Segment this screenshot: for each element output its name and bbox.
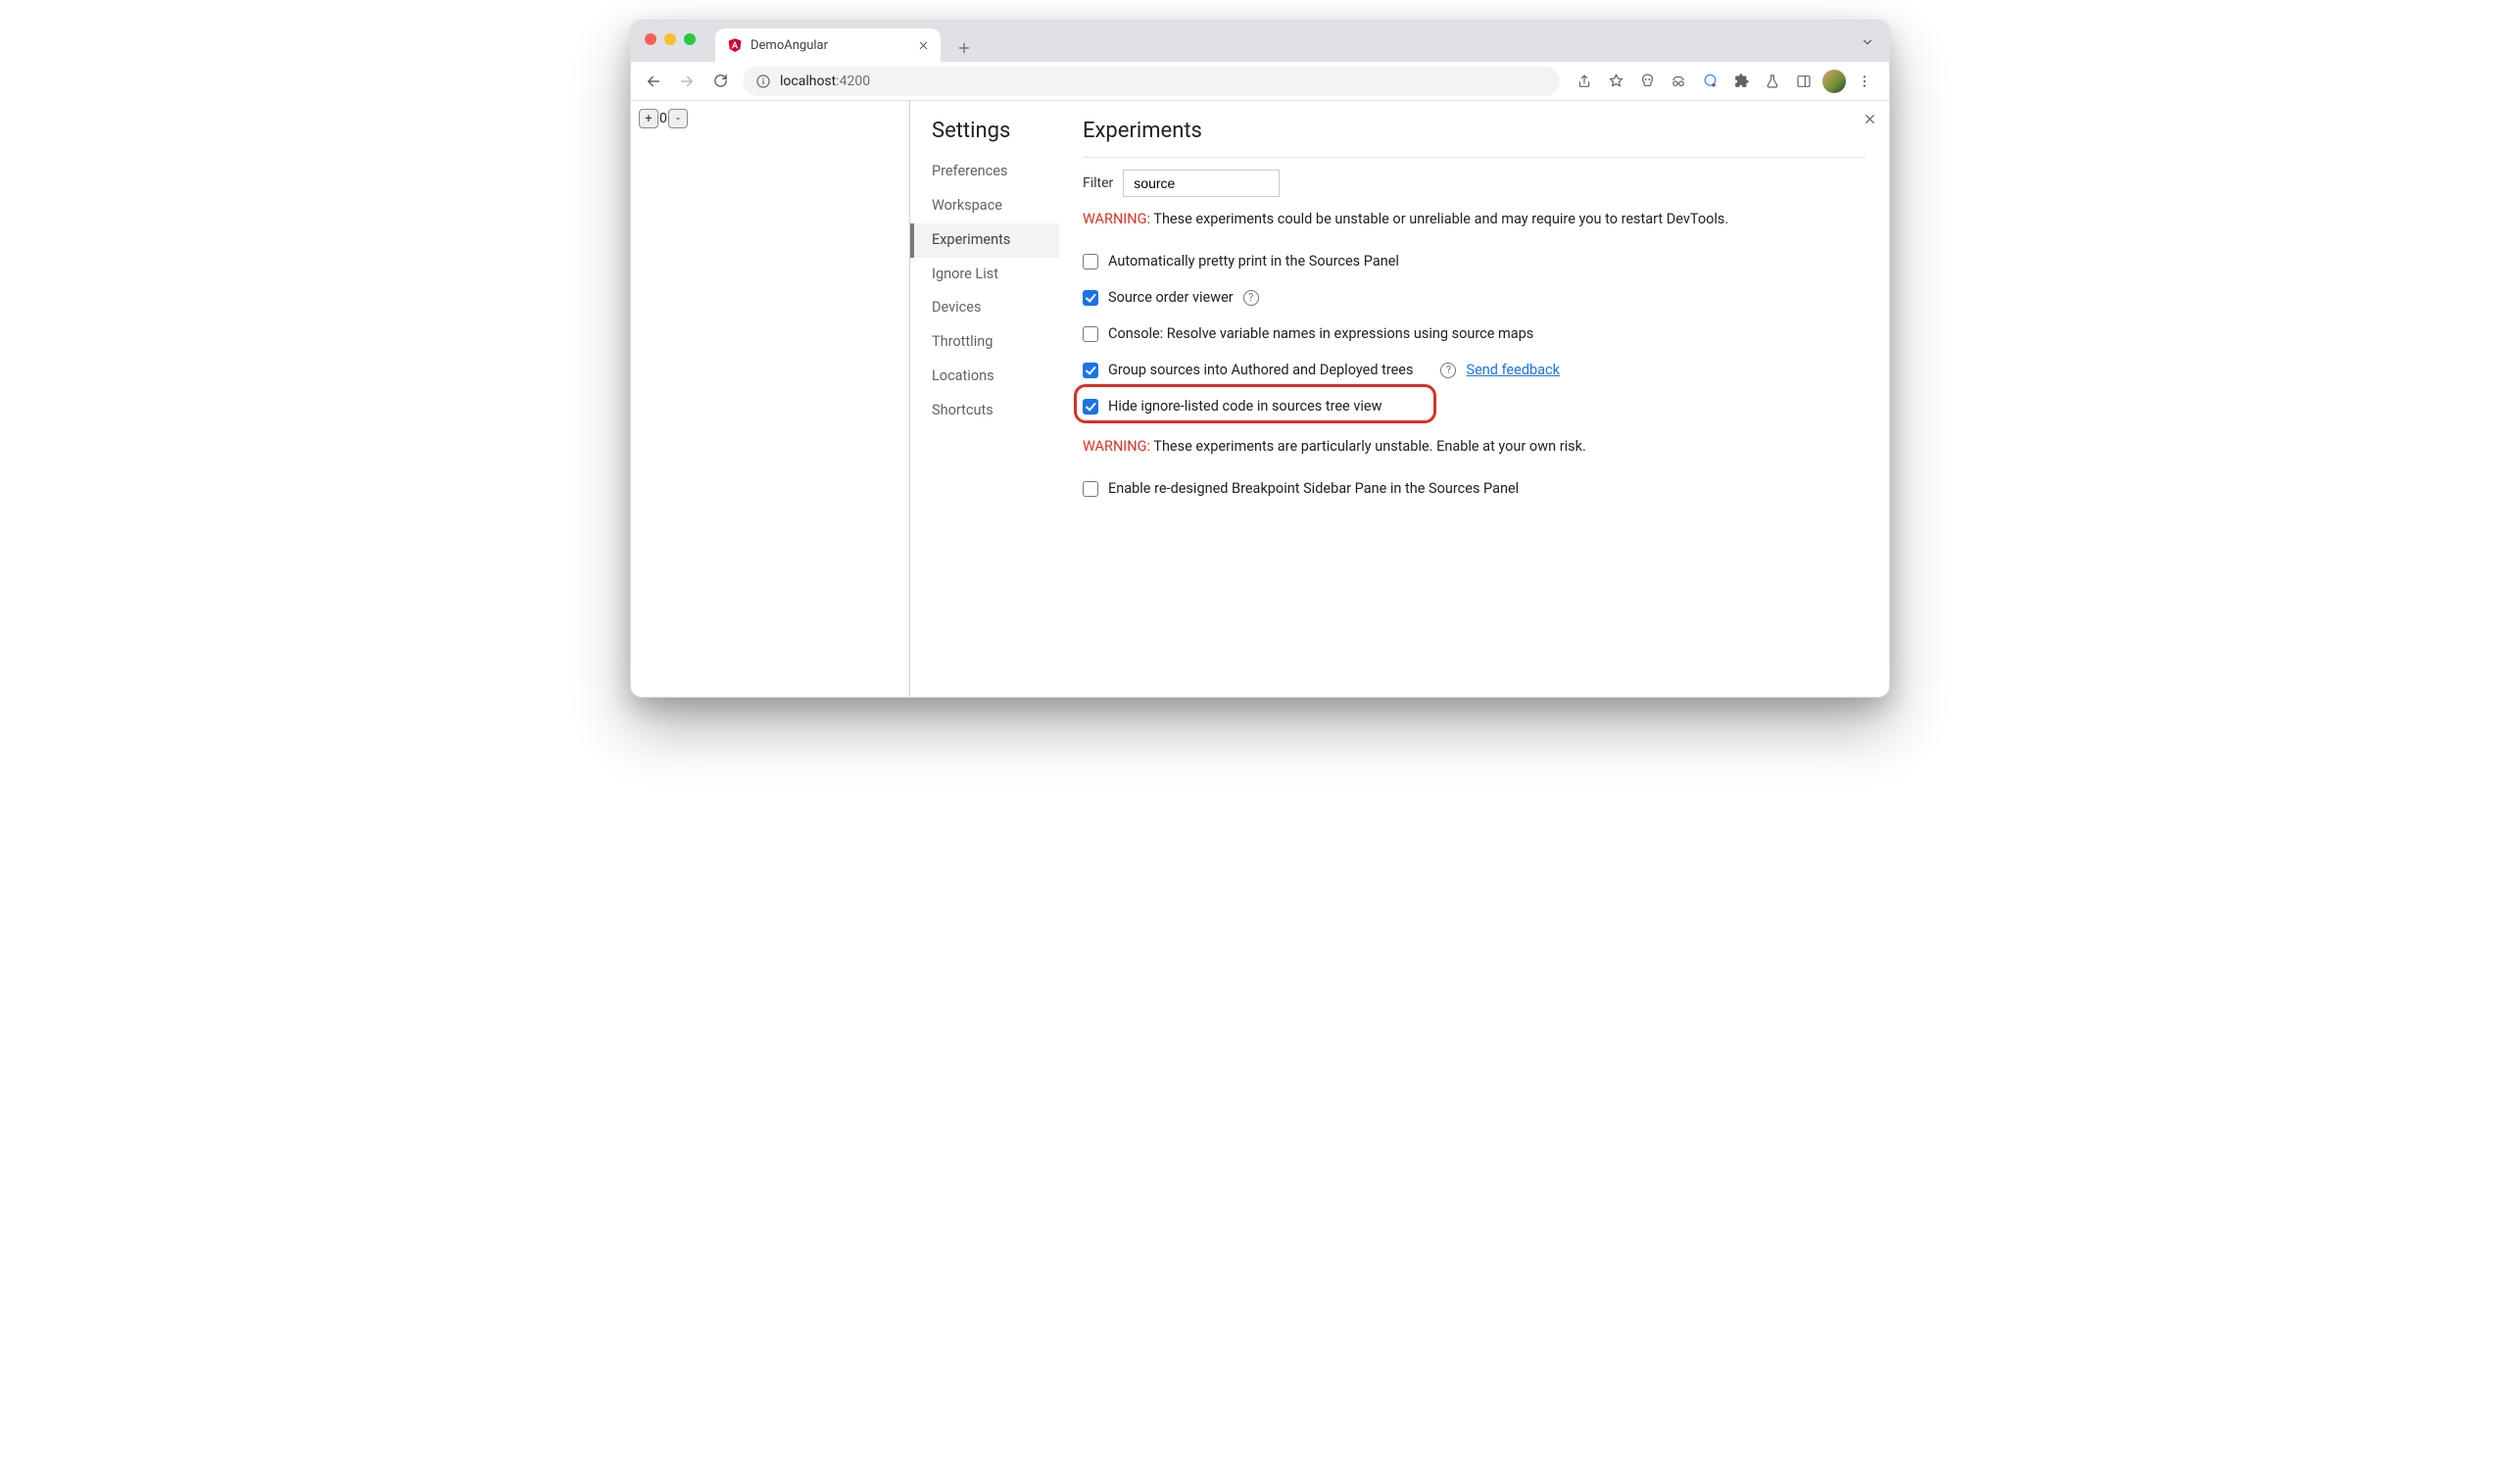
divider — [1083, 157, 1866, 158]
experiments-list: Automatically pretty print in the Source… — [1083, 243, 1866, 424]
checkbox-unchecked-icon[interactable] — [1083, 481, 1098, 497]
exp-source-order-viewer[interactable]: Source order viewer ? — [1083, 279, 1866, 316]
checkbox-unchecked-icon[interactable] — [1083, 326, 1098, 342]
nav-experiments[interactable]: Experiments — [910, 223, 1059, 258]
forward-button[interactable] — [672, 67, 702, 96]
reload-button[interactable] — [705, 67, 735, 96]
browser-toolbar: localhost:4200 — [631, 62, 1889, 101]
nav-workspace[interactable]: Workspace — [910, 189, 1059, 223]
checkbox-unchecked-icon[interactable] — [1083, 254, 1098, 269]
exp-pretty-print[interactable]: Automatically pretty print in the Source… — [1083, 243, 1866, 279]
filter-input[interactable] — [1123, 170, 1280, 197]
devtools-settings-panel: Settings Preferences Workspace Experimen… — [910, 101, 1889, 697]
nav-throttling[interactable]: Throttling — [910, 325, 1059, 360]
highlighted-experiment: Hide ignore-listed code in sources tree … — [1083, 388, 1866, 424]
nav-devices[interactable]: Devices — [910, 291, 1059, 325]
exp-breakpoint-sidebar[interactable]: Enable re-designed Breakpoint Sidebar Pa… — [1083, 470, 1866, 507]
checkbox-checked-icon[interactable] — [1083, 399, 1098, 415]
window-minimize-button[interactable] — [664, 33, 676, 45]
counter-widget: + 0 - — [639, 109, 901, 128]
profile-avatar[interactable] — [1822, 70, 1846, 93]
settings-title: Settings — [932, 119, 1059, 143]
new-tab-button[interactable] — [950, 34, 978, 62]
extension-skull-icon[interactable] — [1632, 67, 1662, 96]
exp-hide-ignore-listed[interactable]: Hide ignore-listed code in sources tree … — [1083, 388, 1866, 424]
address-bar[interactable]: localhost:4200 — [743, 67, 1560, 96]
exp-label: Hide ignore-listed code in sources tree … — [1108, 398, 1381, 415]
toolbar-actions — [1570, 67, 1881, 96]
settings-close-button[interactable] — [1860, 109, 1879, 128]
tab-strip: DemoAngular — [631, 21, 1889, 62]
exp-label: Group sources into Authored and Deployed… — [1108, 362, 1413, 378]
send-feedback-link[interactable]: Send feedback — [1466, 362, 1559, 378]
tab-close-button[interactable] — [915, 37, 931, 53]
exp-label: Source order viewer — [1108, 289, 1234, 306]
site-info-icon[interactable] — [754, 73, 772, 90]
nav-shortcuts[interactable]: Shortcuts — [910, 394, 1059, 428]
checkbox-checked-icon[interactable] — [1083, 363, 1098, 378]
tab-list-dropdown[interactable] — [1856, 30, 1879, 54]
experiments-panel: Experiments Filter WARNING: These experi… — [1059, 101, 1889, 697]
decrement-button[interactable]: - — [668, 109, 688, 128]
url-text: localhost:4200 — [780, 73, 870, 89]
exp-label: Automatically pretty print in the Source… — [1108, 253, 1399, 269]
content-area: + 0 - Settings Preferences Workspace Exp… — [631, 101, 1889, 697]
exp-group-sources-trees[interactable]: Group sources into Authored and Deployed… — [1083, 352, 1866, 388]
bookmark-star-icon[interactable] — [1601, 67, 1630, 96]
window-zoom-button[interactable] — [684, 33, 696, 45]
counter-value: 0 — [658, 111, 668, 126]
experiments-title: Experiments — [1083, 119, 1866, 143]
browser-tab[interactable]: DemoAngular — [715, 28, 941, 62]
tab-title: DemoAngular — [751, 38, 907, 53]
nav-locations[interactable]: Locations — [910, 360, 1059, 394]
back-button[interactable] — [639, 67, 668, 96]
extension-incognito-icon[interactable] — [1664, 67, 1693, 96]
angular-favicon-icon — [727, 37, 743, 53]
help-icon[interactable]: ? — [1243, 290, 1259, 306]
settings-sidebar: Settings Preferences Workspace Experimen… — [910, 101, 1059, 697]
filter-row: Filter — [1083, 170, 1866, 197]
warning-2: WARNING: These experiments are particula… — [1083, 438, 1866, 455]
checkbox-checked-icon[interactable] — [1083, 290, 1098, 306]
share-icon[interactable] — [1570, 67, 1599, 96]
increment-button[interactable]: + — [639, 109, 658, 128]
labs-flask-icon[interactable] — [1758, 67, 1787, 96]
filter-label: Filter — [1083, 175, 1113, 191]
exp-label: Enable re-designed Breakpoint Sidebar Pa… — [1108, 480, 1519, 497]
warning-1: WARNING: These experiments could be unst… — [1083, 211, 1866, 227]
exp-console-resolve-names[interactable]: Console: Resolve variable names in expre… — [1083, 316, 1866, 352]
settings-nav: Preferences Workspace Experiments Ignore… — [910, 155, 1059, 428]
nav-preferences[interactable]: Preferences — [910, 155, 1059, 189]
help-icon[interactable]: ? — [1440, 363, 1456, 378]
side-panel-icon[interactable] — [1789, 67, 1818, 96]
window-close-button[interactable] — [645, 33, 656, 45]
extensions-puzzle-icon[interactable] — [1726, 67, 1756, 96]
extension-bubble-icon[interactable] — [1695, 67, 1724, 96]
nav-ignore-list[interactable]: Ignore List — [910, 258, 1059, 292]
exp-label: Console: Resolve variable names in expre… — [1108, 325, 1533, 342]
browser-window: DemoAngular — [630, 20, 1890, 698]
window-controls — [645, 33, 696, 45]
kebab-menu-icon[interactable] — [1850, 67, 1879, 96]
web-page: + 0 - — [631, 101, 909, 697]
